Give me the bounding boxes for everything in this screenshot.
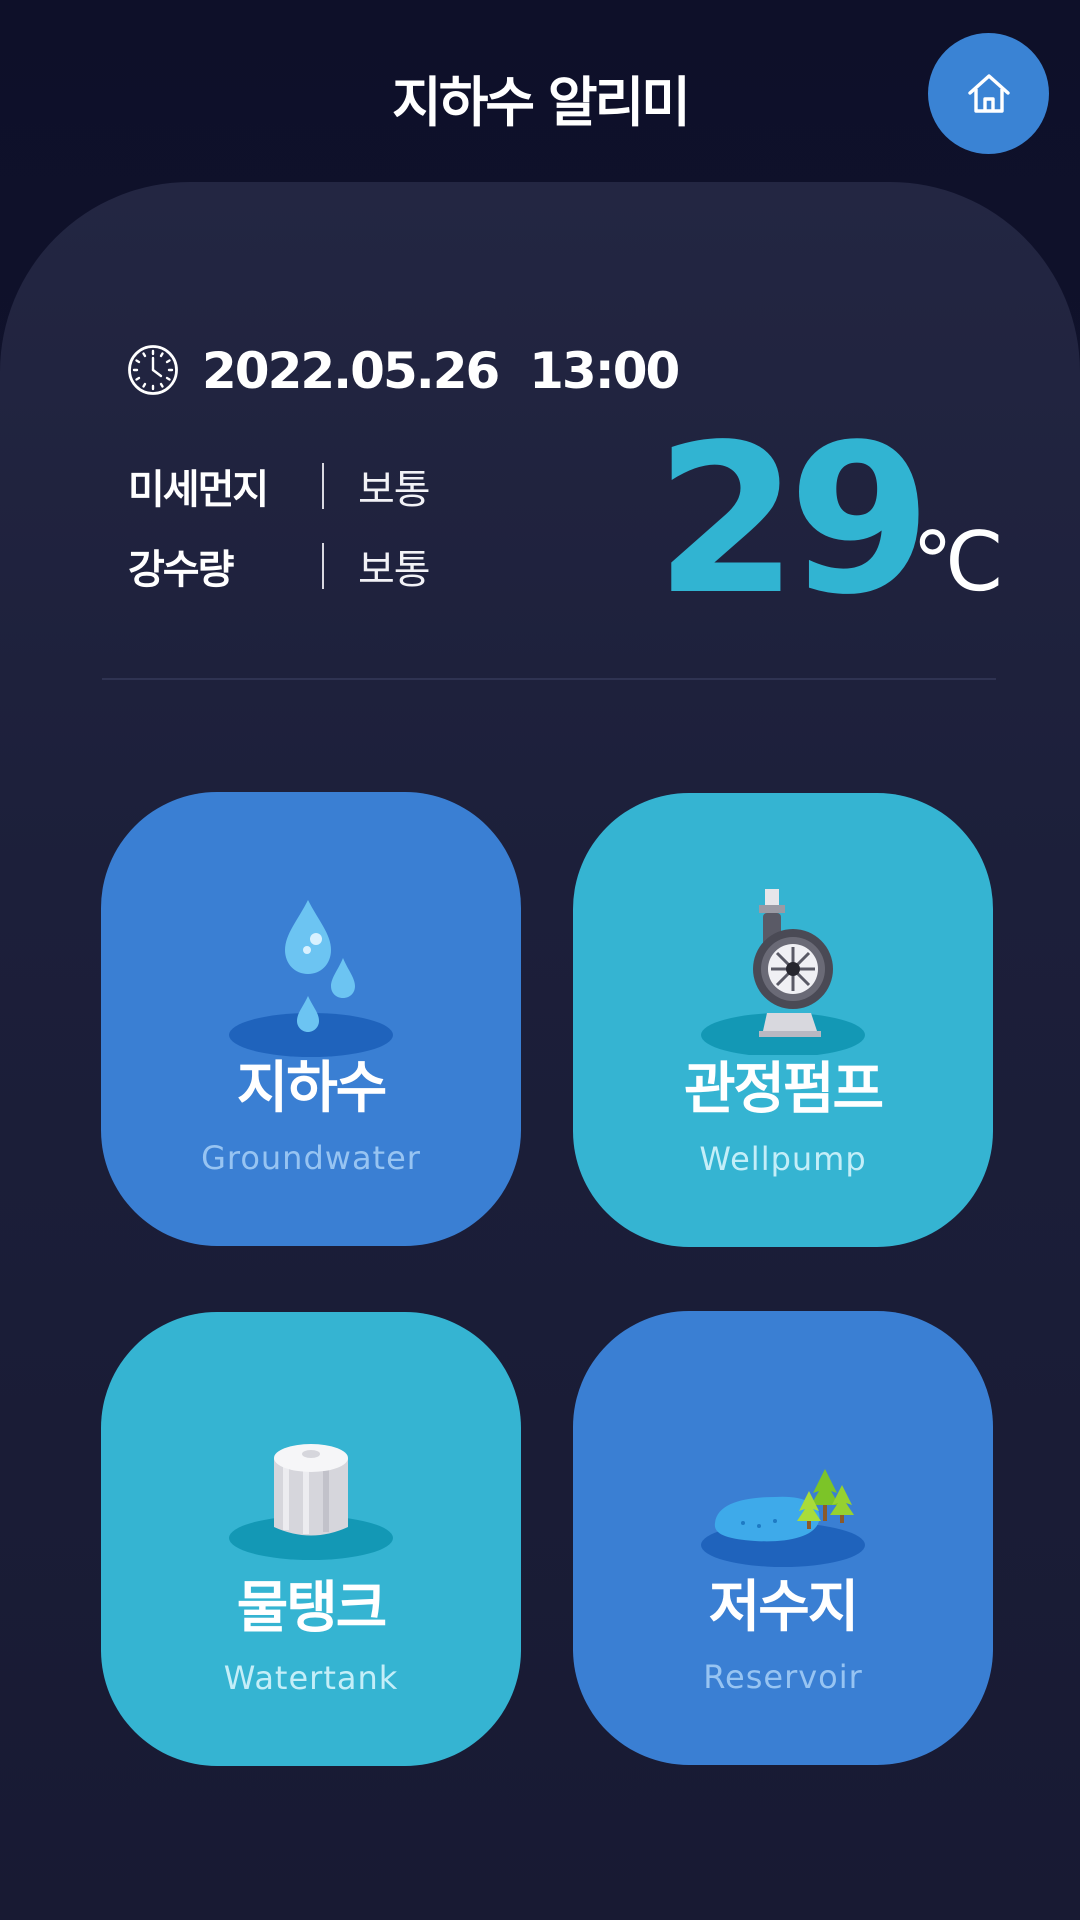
home-icon — [967, 73, 1010, 113]
groundwater-title: 지하수 — [236, 1056, 388, 1121]
water-tank-icon — [229, 1444, 393, 1560]
fine-dust-value: 보통 — [358, 467, 431, 513]
datetime: 2022.05.26 13:00 — [202, 338, 680, 404]
info-separator — [322, 543, 324, 589]
watertank-tile[interactable]: 물탱크 Watertank — [101, 1312, 521, 1766]
reservoir-title: 저수지 — [708, 1575, 860, 1640]
rainfall-row: 강수량 보통 — [128, 540, 431, 593]
watertank-subtitle: Watertank — [223, 1659, 399, 1697]
temperature-unit: ℃ — [912, 515, 1005, 610]
date-text: 2022.05.26 — [202, 342, 500, 400]
rainfall-value: 보통 — [358, 547, 431, 593]
wellpump-title: 관정펌프 — [683, 1057, 884, 1122]
fine-dust-row: 미세먼지 보통 — [128, 460, 431, 513]
wellpump-subtitle: Wellpump — [699, 1140, 867, 1178]
pump-icon — [701, 889, 865, 1055]
fine-dust-label: 미세먼지 — [128, 467, 269, 513]
watertank-title: 물탱크 — [236, 1576, 388, 1641]
water-drop-icon — [229, 900, 393, 1057]
home-button[interactable] — [928, 33, 1049, 154]
rainfall-label: 강수량 — [128, 547, 234, 593]
temperature-value: 29 — [655, 400, 932, 640]
divider — [102, 678, 996, 680]
clock-icon — [128, 345, 178, 395]
app-title: 지하수 알리미 — [392, 71, 691, 134]
info-separator — [322, 463, 324, 509]
wellpump-tile[interactable]: 관정펌프 Wellpump — [573, 793, 993, 1247]
groundwater-tile[interactable]: 지하수 Groundwater — [101, 792, 521, 1246]
reservoir-tile[interactable]: 저수지 Reservoir — [573, 1311, 993, 1765]
time-text: 13:00 — [529, 342, 680, 400]
groundwater-subtitle: Groundwater — [201, 1139, 421, 1177]
reservoir-subtitle: Reservoir — [703, 1658, 863, 1696]
